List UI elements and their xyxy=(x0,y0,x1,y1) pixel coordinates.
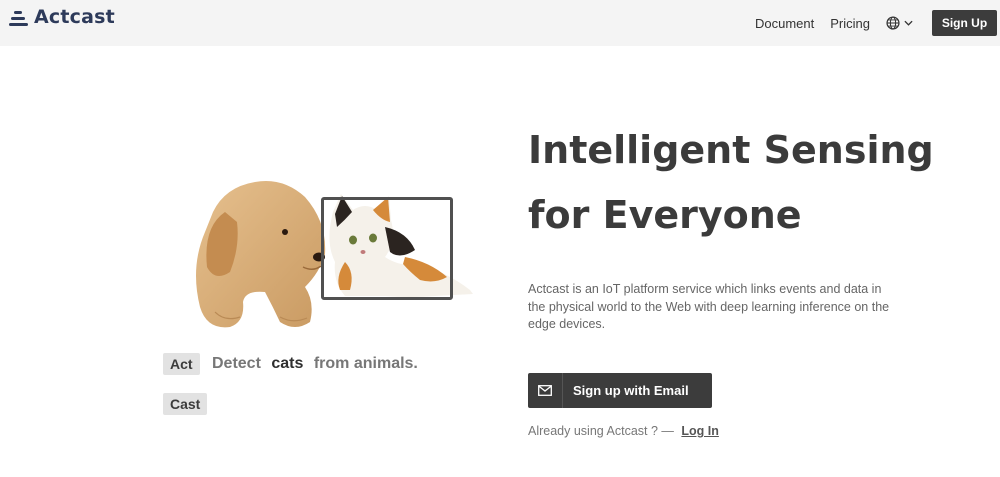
detect-caption: Detect cats from animals. xyxy=(212,355,418,373)
nav-document-link[interactable]: Document xyxy=(755,16,814,31)
mail-icon xyxy=(528,373,563,408)
actcast-logo[interactable]: Actcast xyxy=(9,6,115,28)
chevron-down-icon xyxy=(904,20,913,26)
signup-email-label: Sign up with Email xyxy=(573,383,689,398)
logo-text: Actcast xyxy=(34,6,115,28)
nav-pricing-link[interactable]: Pricing xyxy=(830,16,870,31)
hero-title-line-2: for Everyone xyxy=(528,193,802,237)
actcast-logo-icon xyxy=(9,9,28,26)
header-signup-button[interactable]: Sign Up xyxy=(932,10,997,36)
signup-email-button[interactable]: Sign up with Email xyxy=(528,373,712,408)
login-prompt-row: Already using Actcast ? — Log In xyxy=(528,424,719,438)
hero-description: Actcast is an IoT platform service which… xyxy=(528,282,890,331)
act-tag: Act xyxy=(163,353,200,375)
top-header: Actcast Document Pricing Sign Up xyxy=(0,0,1000,46)
language-selector[interactable] xyxy=(886,16,913,30)
login-link[interactable]: Log In xyxy=(681,424,719,438)
hero-title: Intelligent Sensing for Everyone xyxy=(528,118,934,248)
detect-suffix: from animals. xyxy=(313,355,418,372)
cast-tag: Cast xyxy=(163,393,208,415)
top-nav: Document Pricing Sign Up xyxy=(755,0,1000,46)
detect-prefix: Detect xyxy=(212,355,261,372)
hero-title-line-1: Intelligent Sensing xyxy=(528,128,934,172)
detection-bounding-box xyxy=(321,197,453,300)
detect-subject: cats xyxy=(271,355,304,372)
globe-icon xyxy=(886,16,900,30)
login-prompt: Already using Actcast ? — xyxy=(528,424,674,438)
